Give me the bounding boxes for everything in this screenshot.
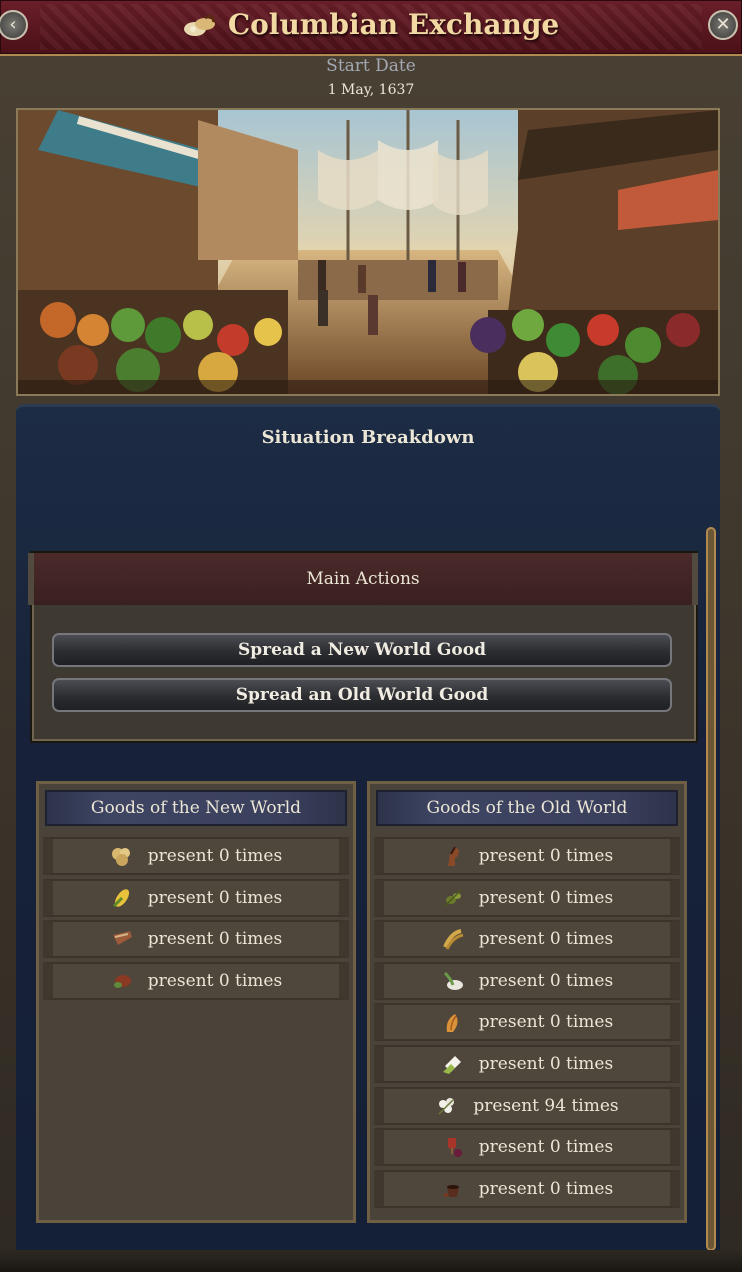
rice-icon xyxy=(443,971,463,990)
horse-icon xyxy=(447,846,459,866)
market-scene-image xyxy=(18,110,718,394)
good-count-text: present 0 times xyxy=(147,970,283,991)
title-bar: ‹ Columbian Exchange ✕ xyxy=(0,0,742,56)
good-count-text: present 0 times xyxy=(478,929,614,950)
new-world-goods-header: Goods of the New World xyxy=(45,790,347,826)
good-count-text: present 0 times xyxy=(478,970,614,991)
good-count-text: present 0 times xyxy=(478,887,614,908)
good-count-text: present 0 times xyxy=(478,1053,614,1074)
old-world-goods-header: Goods of the Old World xyxy=(376,790,678,826)
good-count-text: present 0 times xyxy=(147,887,283,908)
grain-icon xyxy=(446,1014,458,1033)
main-actions-header: Main Actions xyxy=(28,553,698,605)
list-item: present 0 times xyxy=(43,878,349,917)
good-count-text: present 0 times xyxy=(478,1012,614,1033)
bottom-frame xyxy=(0,1250,742,1272)
market-illustration xyxy=(16,108,720,396)
maize-icon xyxy=(112,888,129,907)
scrollbar[interactable] xyxy=(706,527,716,1251)
list-item: present 0 times xyxy=(374,1003,680,1042)
list-item: present 0 times xyxy=(43,920,349,959)
cocoa-icon xyxy=(113,974,131,988)
window-frame: ‹ Columbian Exchange ✕ Start Date 1 May,… xyxy=(0,0,742,1272)
good-count-text: present 0 times xyxy=(147,929,283,950)
tobacco-icon xyxy=(112,931,132,946)
list-item: present 0 times xyxy=(374,837,680,875)
close-icon[interactable]: ✕ xyxy=(708,10,738,40)
start-date-label: Start Date xyxy=(326,56,416,76)
list-item: present 0 times xyxy=(374,878,680,917)
main-actions-title: Main Actions xyxy=(306,569,420,589)
good-count-text: present 94 times xyxy=(473,1095,619,1116)
list-item: present 0 times xyxy=(374,920,680,959)
sugar-icon xyxy=(442,1055,461,1074)
good-count-text: present 0 times xyxy=(478,1137,614,1158)
list-item: present 0 times xyxy=(43,961,349,1000)
old-world-goods-list: present 0 times present 0 times present … xyxy=(374,837,680,1211)
situation-panel: Situation Breakdown Main Actions Spread … xyxy=(16,404,720,1253)
list-item: present 0 times xyxy=(374,961,680,1000)
situation-breakdown-title: Situation Breakdown xyxy=(261,427,475,448)
good-count-text: present 0 times xyxy=(478,1178,614,1199)
spread-old-world-good-button[interactable]: Spread an Old World Good xyxy=(52,678,672,712)
spread-new-world-good-button[interactable]: Spread a New World Good xyxy=(52,633,672,667)
main-actions-box: Main Actions Spread a New World Good Spr… xyxy=(28,551,698,743)
wine-icon xyxy=(447,1138,462,1158)
start-date-value: 1 May, 1637 xyxy=(327,82,415,98)
grain-sack-icon xyxy=(183,14,215,36)
title-container: Columbian Exchange xyxy=(0,8,742,41)
cotton-icon xyxy=(438,1097,455,1115)
list-item: present 0 times xyxy=(374,1169,680,1208)
list-item: present 0 times xyxy=(374,1044,680,1083)
new-world-goods-panel: Goods of the New World present 0 times p… xyxy=(36,781,356,1223)
list-item: present 94 times xyxy=(374,1086,680,1125)
olive-icon xyxy=(444,889,462,907)
old-world-goods-panel: Goods of the Old World present 0 times p… xyxy=(367,781,687,1223)
good-count-text: present 0 times xyxy=(478,846,614,866)
list-item: present 0 times xyxy=(374,1128,680,1167)
potato-icon xyxy=(111,848,130,866)
window-title: Columbian Exchange xyxy=(227,8,560,41)
new-world-goods-list: present 0 times present 0 times present … xyxy=(43,837,349,1003)
coffee-icon xyxy=(443,1184,459,1197)
wheat-icon xyxy=(442,929,464,950)
good-count-text: present 0 times xyxy=(147,846,283,866)
list-item: present 0 times xyxy=(43,837,349,875)
